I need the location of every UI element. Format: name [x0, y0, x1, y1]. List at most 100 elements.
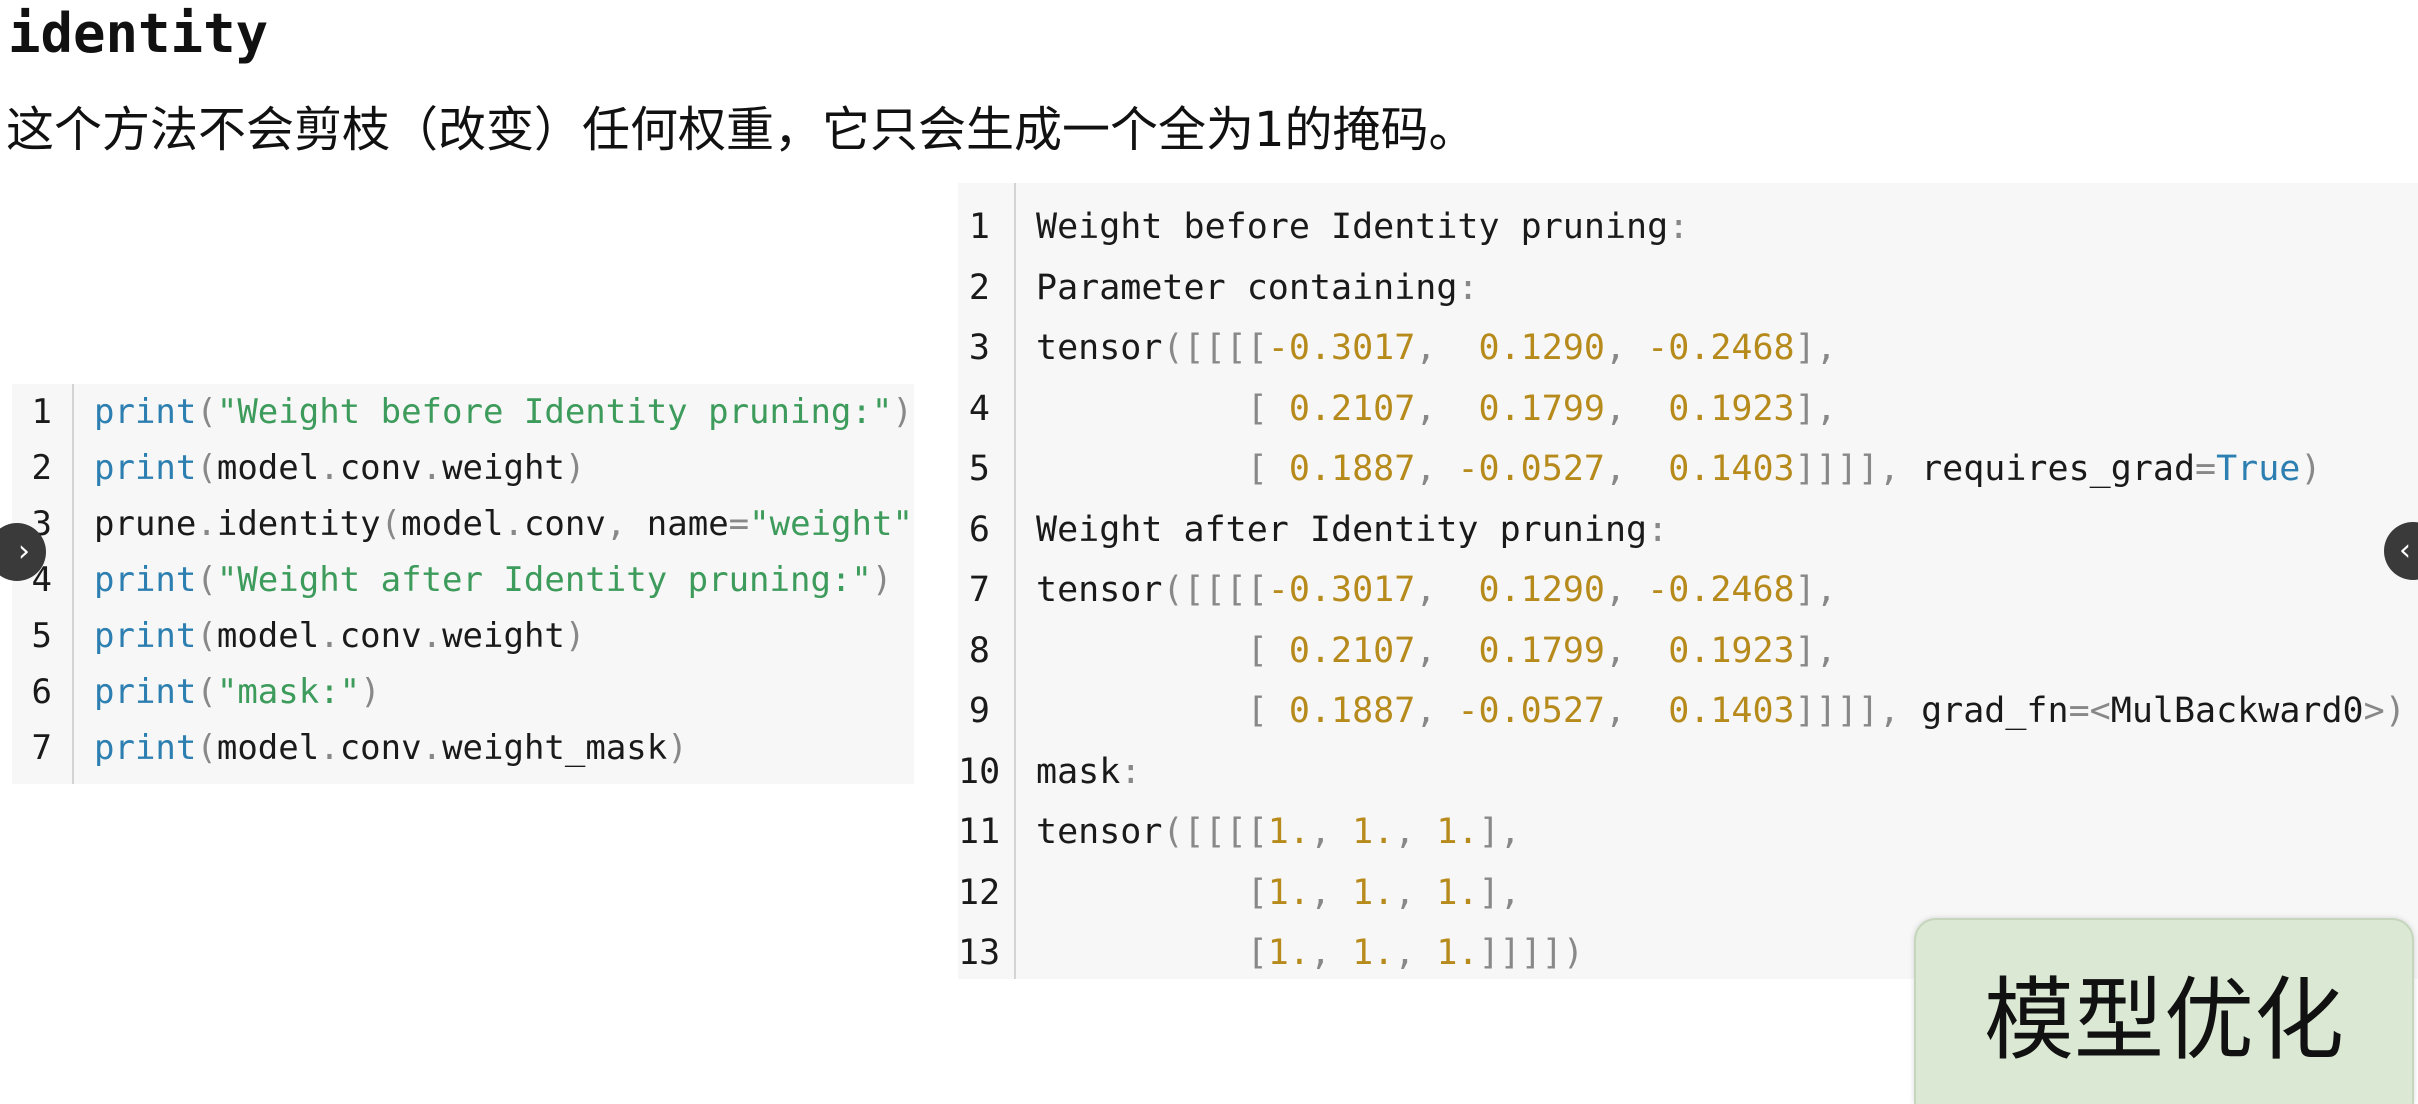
code-token: -0.0527	[1457, 449, 1605, 489]
code-token: =<	[2068, 691, 2111, 731]
code-token: ,	[1309, 812, 1353, 852]
code-line: 7 tensor([[[[-0.3017, 0.1290, -0.2468],	[958, 560, 1837, 620]
code-token: tensor	[1036, 570, 1163, 610]
code-token: weight_mask	[442, 728, 668, 768]
code-token: .	[319, 616, 340, 656]
code-line: 1 print("Weight before Identity pruning:"…	[12, 384, 913, 440]
code-token: print	[94, 672, 197, 712]
code-token: -0.2468	[1647, 328, 1795, 368]
code-token: conv	[339, 448, 422, 488]
code-text: [1., 1., 1.]]]])	[1036, 933, 1584, 973]
code-line: 4 print("Weight after Identity pruning:")	[12, 552, 893, 608]
line-number: 7	[31, 728, 52, 768]
code-token: ,	[1415, 630, 1479, 671]
code-token: ([[[[	[1162, 570, 1268, 610]
code-token: 1.	[1352, 933, 1395, 973]
code-token: ,	[1415, 388, 1479, 429]
line-number: 11	[958, 812, 1001, 852]
code-token: 1.	[1267, 933, 1310, 973]
code-token: True	[2216, 449, 2301, 489]
code-token: )	[564, 448, 586, 488]
code-token: -0.0527	[1457, 691, 1605, 731]
code-token: )	[564, 616, 586, 656]
code-token: ],	[1794, 630, 1837, 671]
line-number: 9	[968, 691, 990, 731]
code-line: 9 [ 0.1887, -0.0527, 0.1403]]]], grad_fn…	[958, 681, 2406, 741]
code-token: .	[319, 448, 340, 488]
code-line: 1 Weight before Identity pruning:	[958, 197, 1689, 257]
code-text: mask:	[1036, 752, 1141, 792]
code-token: grad_fn	[1921, 691, 2069, 731]
code-token: )	[892, 392, 913, 432]
line-number: 4	[968, 388, 990, 429]
code-token: 1.	[1267, 872, 1310, 913]
code-line: 6 Weight after Identity pruning:	[958, 500, 1668, 560]
code-token: 0.1923	[1668, 630, 1795, 671]
code-token: conv	[523, 504, 606, 544]
code-token: (	[196, 616, 217, 656]
code-line: 3 tensor([[[[-0.3017, 0.1290, -0.2468],	[958, 318, 1837, 378]
code-token: ,	[1415, 570, 1479, 610]
code-token: print	[94, 560, 197, 600]
code-token: 0.1799	[1478, 630, 1605, 671]
code-token: ([[[[	[1162, 328, 1268, 368]
code-token: print	[94, 616, 197, 656]
code-token: ,	[1604, 630, 1669, 671]
code-token: prune	[94, 504, 197, 544]
line-number: 10	[958, 751, 1001, 792]
code-line: 11 tensor([[[[1., 1., 1.],	[958, 802, 1521, 862]
code-token: =	[728, 504, 750, 544]
code-token: ,	[1415, 691, 1458, 731]
code-token: .	[503, 504, 524, 544]
code-token: ,	[1309, 933, 1353, 973]
line-number: 2	[31, 448, 52, 488]
code-token: ,	[1394, 872, 1437, 913]
code-text: Parameter containing:	[1036, 268, 1479, 308]
code-token: :	[1120, 751, 1142, 792]
code-token: mask	[1036, 751, 1121, 792]
code-token: [	[1246, 872, 1268, 913]
code-line: 8 [ 0.2107, 0.1799, 0.1923],	[958, 621, 1837, 681]
line-number: 1	[31, 392, 52, 432]
code-token: ,	[1415, 328, 1479, 368]
code-token: 0.1923	[1668, 388, 1795, 429]
code-token: [	[1246, 933, 1268, 973]
line-number: 5	[968, 449, 990, 489]
code-token: identity	[216, 504, 381, 544]
code-token: ],	[1478, 812, 1521, 852]
code-line: 5 print(model.conv.weight)	[12, 608, 586, 664]
section-heading: identity	[8, 2, 269, 65]
code-token: 1.	[1352, 812, 1395, 852]
code-token: :	[1668, 207, 1690, 247]
code-text: Weight after Identity pruning:	[1036, 510, 1668, 550]
code-token: 0.1887	[1288, 449, 1416, 489]
code-text: [1., 1., 1.],	[1036, 873, 1521, 913]
code-token: Weight after Identity pruning	[1036, 509, 1648, 550]
code-text: tensor([[[[-0.3017, 0.1290, -0.2468],	[1036, 570, 1837, 610]
code-text: print(model.conv.weight)	[94, 448, 585, 488]
code-text: print("Weight after Identity pruning:")	[94, 560, 892, 600]
code-line: 3 prune.identity(model.conv, name="weight…	[12, 496, 914, 552]
code-line: 6 print("mask:")	[12, 664, 381, 720]
code-token: 1.	[1267, 812, 1310, 852]
code-token: ,	[1604, 691, 1669, 731]
code-token: :	[1457, 267, 1479, 308]
code-token: ]]]],	[1794, 691, 1922, 731]
code-token: model	[216, 616, 320, 656]
code-token: .	[421, 728, 443, 768]
code-token: tensor	[1036, 812, 1163, 852]
code-token: print	[94, 448, 197, 488]
code-token: (	[196, 560, 217, 600]
code-token: )	[2300, 449, 2322, 489]
code-token: [	[1246, 630, 1289, 671]
code-token: 1.	[1436, 872, 1479, 913]
code-token: 0.2107	[1288, 630, 1416, 671]
code-token: model	[216, 448, 320, 488]
code-block-source: 1 print("Weight before Identity pruning:"…	[12, 384, 914, 784]
code-token: requires_grad	[1921, 449, 2196, 489]
code-token: ,	[1394, 812, 1437, 852]
code-token: ,	[1604, 449, 1669, 489]
code-token: ]]]])	[1478, 933, 1584, 973]
code-token: ,	[1415, 449, 1458, 489]
